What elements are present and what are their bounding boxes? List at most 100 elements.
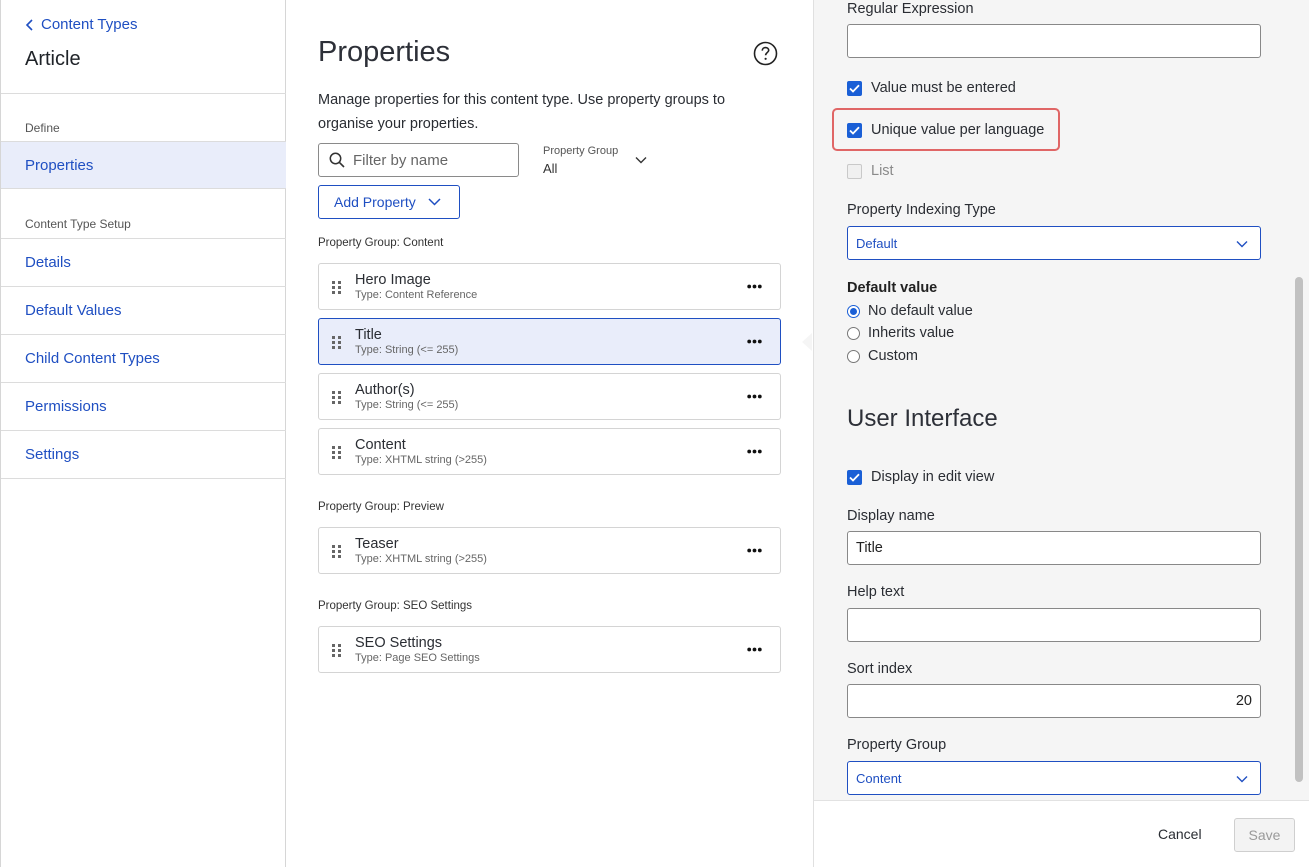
indexing-type-label: Property Indexing Type bbox=[847, 202, 996, 218]
divider bbox=[1, 93, 286, 94]
drag-handle-icon[interactable] bbox=[332, 644, 342, 657]
cancel-button[interactable]: Cancel bbox=[1158, 826, 1202, 842]
sidebar-item-default-values[interactable]: Default Values bbox=[1, 287, 286, 335]
sidebar-item-label: Properties bbox=[25, 156, 94, 174]
property-row-authors[interactable]: Author(s) Type: String (<= 255) bbox=[318, 373, 781, 420]
property-row-seo-settings[interactable]: SEO Settings Type: Page SEO Settings bbox=[318, 626, 781, 673]
property-name: Content bbox=[355, 437, 406, 453]
regex-input[interactable] bbox=[847, 24, 1261, 58]
add-property-label: Add Property bbox=[334, 194, 416, 210]
property-group-filter[interactable]: Property Group All bbox=[543, 144, 653, 180]
drag-handle-icon[interactable] bbox=[332, 281, 342, 294]
panel-scrollbar[interactable] bbox=[1295, 277, 1303, 782]
radio-no-default-value[interactable]: No default value bbox=[847, 303, 973, 319]
unique-per-language-label: Unique value per language bbox=[871, 122, 1045, 138]
more-options-icon[interactable] bbox=[747, 449, 762, 454]
back-label: Content Types bbox=[41, 16, 138, 33]
drag-handle-icon[interactable] bbox=[332, 545, 342, 558]
value-required-checkbox[interactable]: Value must be entered bbox=[847, 80, 1016, 96]
page-title: Properties bbox=[318, 36, 451, 68]
property-group-filter-label: Property Group bbox=[543, 145, 619, 157]
sidebar-item-label: Default Values bbox=[25, 302, 122, 319]
filter-field[interactable] bbox=[318, 143, 519, 177]
save-button[interactable]: Save bbox=[1234, 818, 1295, 852]
more-options-icon[interactable] bbox=[747, 548, 762, 553]
property-name: Hero Image bbox=[355, 272, 431, 288]
indexing-type-select[interactable]: Default bbox=[847, 226, 1261, 260]
property-group-filter-value: All bbox=[543, 161, 558, 176]
filter-input[interactable] bbox=[353, 151, 503, 169]
display-in-edit-label: Display in edit view bbox=[871, 469, 995, 485]
chevron-left-icon bbox=[25, 18, 33, 31]
sidebar-item-details[interactable]: Details bbox=[1, 239, 286, 287]
more-options-icon[interactable] bbox=[747, 647, 762, 652]
radio-label: Inherits value bbox=[868, 325, 955, 341]
display-name-label: Display name bbox=[847, 508, 935, 524]
user-interface-heading: User Interface bbox=[847, 405, 998, 432]
content-type-title: Article bbox=[25, 48, 81, 70]
property-row-title[interactable]: Title Type: String (<= 255) bbox=[318, 318, 781, 365]
property-type: Type: XHTML string (>255) bbox=[355, 454, 487, 466]
help-text-input[interactable] bbox=[847, 608, 1261, 642]
more-options-icon[interactable] bbox=[747, 339, 762, 344]
group-label-seo-settings: Property Group: SEO Settings bbox=[318, 600, 473, 612]
more-options-icon[interactable] bbox=[747, 284, 762, 289]
sidebar: Content Types Article Define Properties … bbox=[0, 0, 286, 867]
checkbox-checked-icon bbox=[847, 469, 862, 485]
sidebar-item-label: Child Content Types bbox=[25, 350, 160, 367]
group-label-preview: Property Group: Preview bbox=[318, 501, 444, 513]
help-icon[interactable] bbox=[753, 41, 778, 66]
sidebar-item-permissions[interactable]: Permissions bbox=[1, 383, 286, 431]
unique-per-language-checkbox[interactable]: Unique value per language bbox=[847, 122, 1044, 138]
list-label: List bbox=[871, 163, 894, 179]
drag-handle-icon[interactable] bbox=[332, 446, 342, 459]
indexing-type-value: Default bbox=[856, 235, 898, 251]
property-group-label: Property Group bbox=[847, 737, 947, 753]
add-property-button[interactable]: Add Property bbox=[318, 185, 460, 219]
sort-index-label: Sort index bbox=[847, 661, 913, 677]
list-checkbox[interactable]: List bbox=[847, 163, 894, 179]
checkbox-unchecked-icon bbox=[847, 163, 862, 179]
property-row-hero-image[interactable]: Hero Image Type: Content Reference bbox=[318, 263, 781, 310]
sidebar-item-settings[interactable]: Settings bbox=[1, 431, 286, 479]
property-name: Author(s) bbox=[355, 382, 415, 398]
property-type: Type: String (<= 255) bbox=[355, 399, 459, 411]
chevron-down-icon bbox=[1236, 776, 1248, 783]
section-label-setup: Content Type Setup bbox=[25, 217, 131, 231]
drag-handle-icon[interactable] bbox=[332, 336, 342, 349]
radio-custom[interactable]: Custom bbox=[847, 348, 918, 364]
panel-pointer bbox=[802, 333, 812, 351]
property-row-teaser[interactable]: Teaser Type: XHTML string (>255) bbox=[318, 527, 781, 574]
sidebar-item-label: Details bbox=[25, 254, 71, 271]
display-in-edit-checkbox[interactable]: Display in edit view bbox=[847, 469, 994, 485]
sidebar-item-label: Permissions bbox=[25, 398, 107, 415]
property-type: Type: Page SEO Settings bbox=[355, 652, 480, 664]
chevron-down-icon bbox=[428, 198, 441, 206]
property-group-select[interactable]: Content bbox=[847, 761, 1261, 795]
property-type: Type: XHTML string (>255) bbox=[355, 553, 487, 565]
sidebar-item-properties[interactable]: Properties bbox=[1, 141, 286, 189]
default-value-label: Default value bbox=[847, 280, 938, 296]
more-options-icon[interactable] bbox=[747, 394, 762, 399]
property-type: Type: Content Reference bbox=[355, 289, 478, 301]
help-text-label: Help text bbox=[847, 584, 905, 600]
radio-inherits-value[interactable]: Inherits value bbox=[847, 325, 954, 341]
properties-main: Properties Manage properties for this co… bbox=[286, 0, 813, 867]
regex-label: Regular Expression bbox=[847, 1, 974, 17]
display-name-input[interactable] bbox=[847, 531, 1261, 565]
sidebar-item-child-content-types[interactable]: Child Content Types bbox=[1, 335, 286, 383]
radio-unselected-icon bbox=[847, 326, 860, 340]
property-name: Title bbox=[355, 327, 382, 343]
radio-unselected-icon bbox=[847, 349, 860, 363]
page-description: Manage properties for this content type.… bbox=[318, 92, 726, 132]
drag-handle-icon[interactable] bbox=[332, 391, 342, 404]
property-row-content[interactable]: Content Type: XHTML string (>255) bbox=[318, 428, 781, 475]
checkbox-checked-icon bbox=[847, 80, 862, 96]
property-settings-panel: Regular Expression Value must be entered… bbox=[813, 0, 1309, 867]
back-to-content-types-link[interactable]: Content Types bbox=[25, 16, 137, 33]
group-label-content: Property Group: Content bbox=[318, 237, 444, 249]
radio-selected-icon bbox=[847, 304, 860, 318]
chevron-down-icon bbox=[1236, 241, 1248, 248]
sort-index-input[interactable] bbox=[847, 684, 1261, 718]
panel-footer: Cancel Save bbox=[814, 800, 1309, 867]
